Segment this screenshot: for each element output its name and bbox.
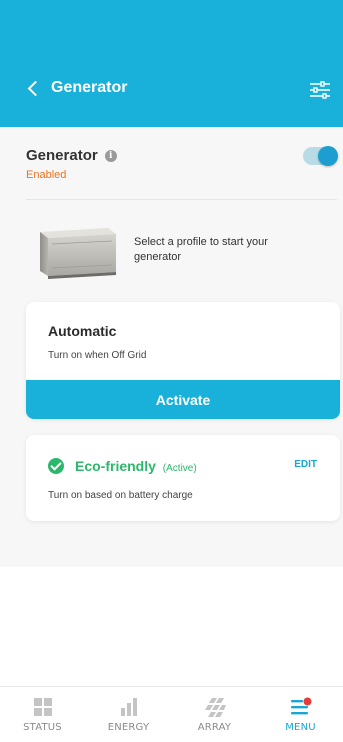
edit-button[interactable]: EDIT	[294, 459, 317, 470]
tab-menu-label: MENU	[285, 722, 316, 733]
settings-sliders-icon[interactable]	[309, 80, 331, 100]
tab-menu[interactable]: MENU	[258, 687, 343, 742]
generator-title: Generator i	[26, 147, 337, 164]
bottom-tab-bar: STATUS ENERGY ARRAY MENU	[0, 686, 343, 742]
solar-panel-icon	[204, 698, 226, 717]
tab-energy-label: ENERGY	[107, 722, 150, 733]
bar-chart-icon	[120, 698, 137, 716]
page-title: Generator	[51, 79, 128, 96]
generator-title-text: Generator	[26, 147, 98, 164]
automatic-description: Turn on when Off Grid	[48, 350, 147, 361]
automatic-title: Automatic	[48, 323, 117, 339]
toggle-knob	[318, 146, 338, 166]
tab-array-label: ARRAY	[197, 722, 232, 733]
generator-toggle[interactable]	[303, 146, 338, 166]
profile-hint-text: Select a profile to start your generator	[134, 236, 268, 263]
tab-status-label: STATUS	[23, 722, 62, 733]
menu-icon	[290, 697, 311, 715]
back-button[interactable]: Generator	[27, 79, 128, 97]
activate-button[interactable]: Activate	[26, 380, 340, 419]
generator-row: Generator i Enabled	[26, 146, 338, 181]
info-icon[interactable]: i	[104, 149, 117, 162]
automatic-profile-card: Automatic Turn on when Off Grid Activate	[26, 302, 340, 419]
generator-status: Enabled	[26, 169, 67, 181]
tab-status[interactable]: STATUS	[0, 687, 85, 742]
eco-description: Turn on based on battery charge	[48, 490, 193, 501]
eco-title: Eco-friendly (Active)	[75, 458, 197, 474]
check-circle-icon	[48, 458, 64, 474]
header-bar: Generator	[0, 0, 343, 127]
eco-profile-card: Eco-friendly (Active) EDIT Turn on based…	[26, 435, 340, 521]
divider	[26, 199, 337, 200]
eco-active-label: (Active)	[162, 463, 197, 474]
eco-title-text: Eco-friendly	[75, 458, 156, 474]
tab-energy[interactable]: ENERGY	[86, 687, 171, 742]
chevron-left-icon	[27, 80, 44, 96]
generator-unit-image	[40, 228, 116, 279]
grid-icon	[33, 698, 52, 716]
tab-array[interactable]: ARRAY	[172, 687, 257, 742]
